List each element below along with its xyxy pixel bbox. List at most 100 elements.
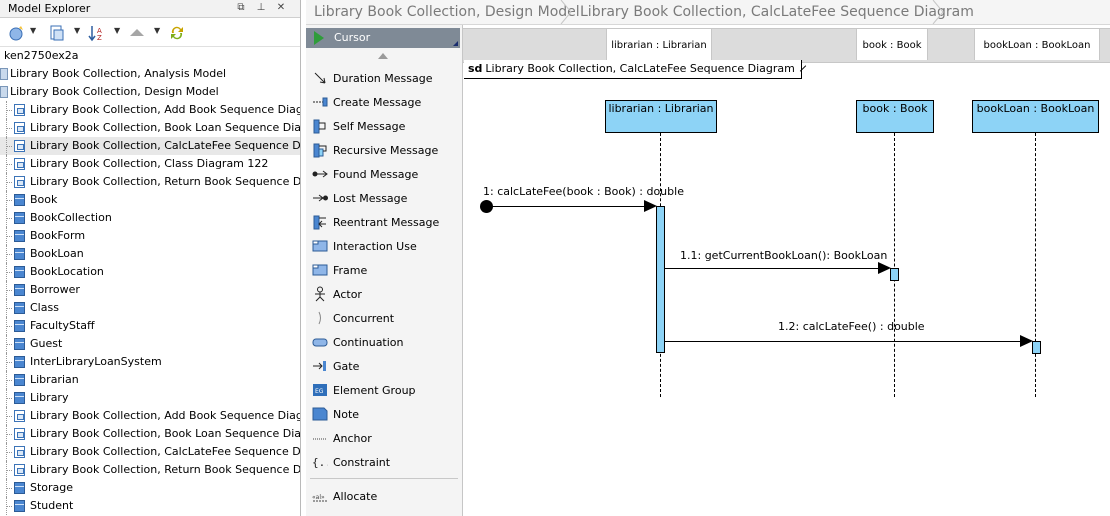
tree-item[interactable]: Library <box>0 389 300 407</box>
chevron-down-icon[interactable]: ▼ <box>30 26 36 35</box>
tree-item[interactable]: Book <box>0 191 300 209</box>
message-label-calclatefee[interactable]: 1: calcLateFee(book : Book) : double <box>483 185 684 198</box>
palette-item-note[interactable]: Note <box>306 402 460 426</box>
create-message-icon <box>313 97 328 107</box>
tree-connector-tick <box>6 470 12 471</box>
palette-item-gate[interactable]: Gate <box>306 354 460 378</box>
chevron-down-icon[interactable]: ▼ <box>154 26 160 35</box>
diagram-icon <box>14 122 25 134</box>
go-up-icon[interactable] <box>128 24 146 42</box>
palette-item-frame[interactable]: Frame <box>306 258 460 282</box>
tree-item[interactable]: Class <box>0 299 300 317</box>
diagram-icon <box>14 176 25 188</box>
tree-item[interactable]: ken2750ex2a <box>0 47 300 65</box>
tree-connector-tick <box>6 344 12 345</box>
tree-item[interactable]: Library Book Collection, Add Book Sequen… <box>0 101 300 119</box>
tree-item[interactable]: Library Book Collection, Book Loan Seque… <box>0 119 300 137</box>
lifeline-bookloan[interactable]: bookLoan : BookLoan <box>972 100 1099 133</box>
pin-icon[interactable]: ⊥ <box>254 1 268 15</box>
palette-item-lost-message[interactable]: Lost Message <box>306 186 460 210</box>
breadcrumb-item-sequence-diagram[interactable]: Library Book Collection, CalcLateFee Seq… <box>572 0 974 24</box>
ruler-tab-bookloan[interactable]: bookLoan : BookLoan <box>974 29 1100 60</box>
activation-librarian[interactable] <box>656 206 665 353</box>
message-line-bookloan-calclatefee[interactable] <box>665 341 1031 342</box>
palette-item-label: Found Message <box>333 168 419 181</box>
scroll-up-icon[interactable] <box>378 53 388 59</box>
palette-item-label: Self Message <box>333 120 406 133</box>
class-icon <box>14 230 25 242</box>
palette-item-found-message[interactable]: Found Message <box>306 162 460 186</box>
tree-item[interactable]: Library Book Collection, Book Loan Seque… <box>0 425 300 443</box>
palette-item-recursive-message[interactable]: Recursive Message <box>306 138 460 162</box>
activation-book[interactable] <box>890 268 899 281</box>
close-icon[interactable]: ✕ <box>274 1 288 15</box>
palette-item-constraint[interactable]: {..} Constraint <box>306 450 460 474</box>
tree-item[interactable]: BookLocation <box>0 263 300 281</box>
tree-item[interactable]: Librarian <box>0 371 300 389</box>
tree-item[interactable]: Library Book Collection, CalcLateFee Seq… <box>0 443 300 461</box>
message-label-getcurrentbookloan[interactable]: 1.1: getCurrentBookLoan(): BookLoan <box>680 249 887 262</box>
tree-item[interactable]: Student <box>0 497 300 515</box>
class-icon <box>14 392 25 404</box>
palette-item-interaction-use[interactable]: Interaction Use <box>306 234 460 258</box>
tree-item[interactable]: BookCollection <box>0 209 300 227</box>
restore-icon[interactable]: ⧉ <box>234 1 248 15</box>
activation-bookloan[interactable] <box>1032 341 1041 354</box>
sequence-frame-label[interactable]: sd Library Book Collection, CalcLateFee S… <box>464 60 802 79</box>
tree-item[interactable]: BookLoan <box>0 245 300 263</box>
interaction-use-icon <box>312 240 328 252</box>
message-label-bookloan-calclatefee[interactable]: 1.2: calcLateFee() : double <box>778 320 925 333</box>
ruler-tab-book[interactable]: book : Book <box>856 29 928 60</box>
lifeline-librarian[interactable]: librarian : Librarian <box>605 100 717 133</box>
model-settings-icon[interactable] <box>48 24 66 42</box>
tree-item[interactable]: Library Book Collection, Return Book Seq… <box>0 173 300 191</box>
palette-item-cursor[interactable]: Cursor <box>306 28 460 48</box>
tree-item[interactable]: Library Book Collection, CalcLateFee Seq… <box>0 137 300 155</box>
palette-item-element-group[interactable]: EG Element Group <box>306 378 460 402</box>
tree-item[interactable]: Library Book Collection, Design Model <box>0 83 300 101</box>
tree-item[interactable]: Storage <box>0 479 300 497</box>
palette-item-continuation[interactable]: Continuation <box>306 330 460 354</box>
lifeline-book[interactable]: book : Book <box>856 100 934 133</box>
palette-item-label: Frame <box>333 264 368 277</box>
tree-item[interactable]: Borrower <box>0 281 300 299</box>
diagram-canvas[interactable]: librarian : Librarian book : Book bookLo… <box>463 25 1110 516</box>
message-line-calclatefee[interactable] <box>487 206 655 207</box>
lifeline-label: librarian : Librarian <box>608 102 714 115</box>
diagram-icon <box>14 464 25 476</box>
palette-item-self-message[interactable]: Self Message <box>306 114 460 138</box>
new-model-icon[interactable] <box>8 24 26 42</box>
breadcrumb-item-design-model[interactable]: Library Book Collection, Design Model <box>306 0 580 24</box>
model-tree: ken2750ex2a Library Book Collection, Anal… <box>0 47 300 515</box>
frame-keyword: sd <box>468 62 483 75</box>
tree-item[interactable]: BookForm <box>0 227 300 245</box>
chevron-down-icon[interactable]: ▼ <box>114 26 120 35</box>
palette-item-actor[interactable]: Actor <box>306 282 460 306</box>
palette-item-reentrant-message[interactable]: Reentrant Message <box>306 210 460 234</box>
breadcrumb: Library Book Collection, Design Model Li… <box>306 0 1110 25</box>
found-message-icon <box>312 170 328 178</box>
palette-item-duration-message[interactable]: Duration Message <box>306 66 460 90</box>
svg-text:EG: EG <box>315 388 324 395</box>
tree-item[interactable]: Library Book Collection, Class Diagram 1… <box>0 155 300 173</box>
message-line-getcurrentbookloan[interactable] <box>665 268 889 269</box>
tree-item[interactable]: Library Book Collection, Analysis Model <box>0 65 300 83</box>
ruler-tab-librarian[interactable]: librarian : Librarian <box>606 29 712 60</box>
palette-item-anchor[interactable]: Anchor <box>306 426 460 450</box>
sort-az-icon[interactable]: A Z <box>88 24 106 42</box>
tree-connector-tick <box>6 254 12 255</box>
tree-item[interactable]: FacultyStaff <box>0 317 300 335</box>
palette-item-allocate[interactable]: «al» Allocate <box>306 484 460 508</box>
tree-connector-tick <box>6 236 12 237</box>
tree-connector-tick <box>6 308 12 309</box>
tree-item[interactable]: Library Book Collection, Add Book Sequen… <box>0 407 300 425</box>
recursive-message-icon <box>313 143 327 158</box>
refresh-icon[interactable] <box>168 24 186 42</box>
tree-item-label: Book <box>30 193 58 206</box>
tree-item[interactable]: InterLibraryLoanSystem <box>0 353 300 371</box>
chevron-down-icon[interactable]: ▼ <box>74 26 80 35</box>
tree-item[interactable]: Library Book Collection, Return Book Seq… <box>0 461 300 479</box>
palette-item-create-message[interactable]: Create Message <box>306 90 460 114</box>
palette-item-concurrent[interactable]: Concurrent <box>306 306 460 330</box>
tree-item[interactable]: Guest <box>0 335 300 353</box>
